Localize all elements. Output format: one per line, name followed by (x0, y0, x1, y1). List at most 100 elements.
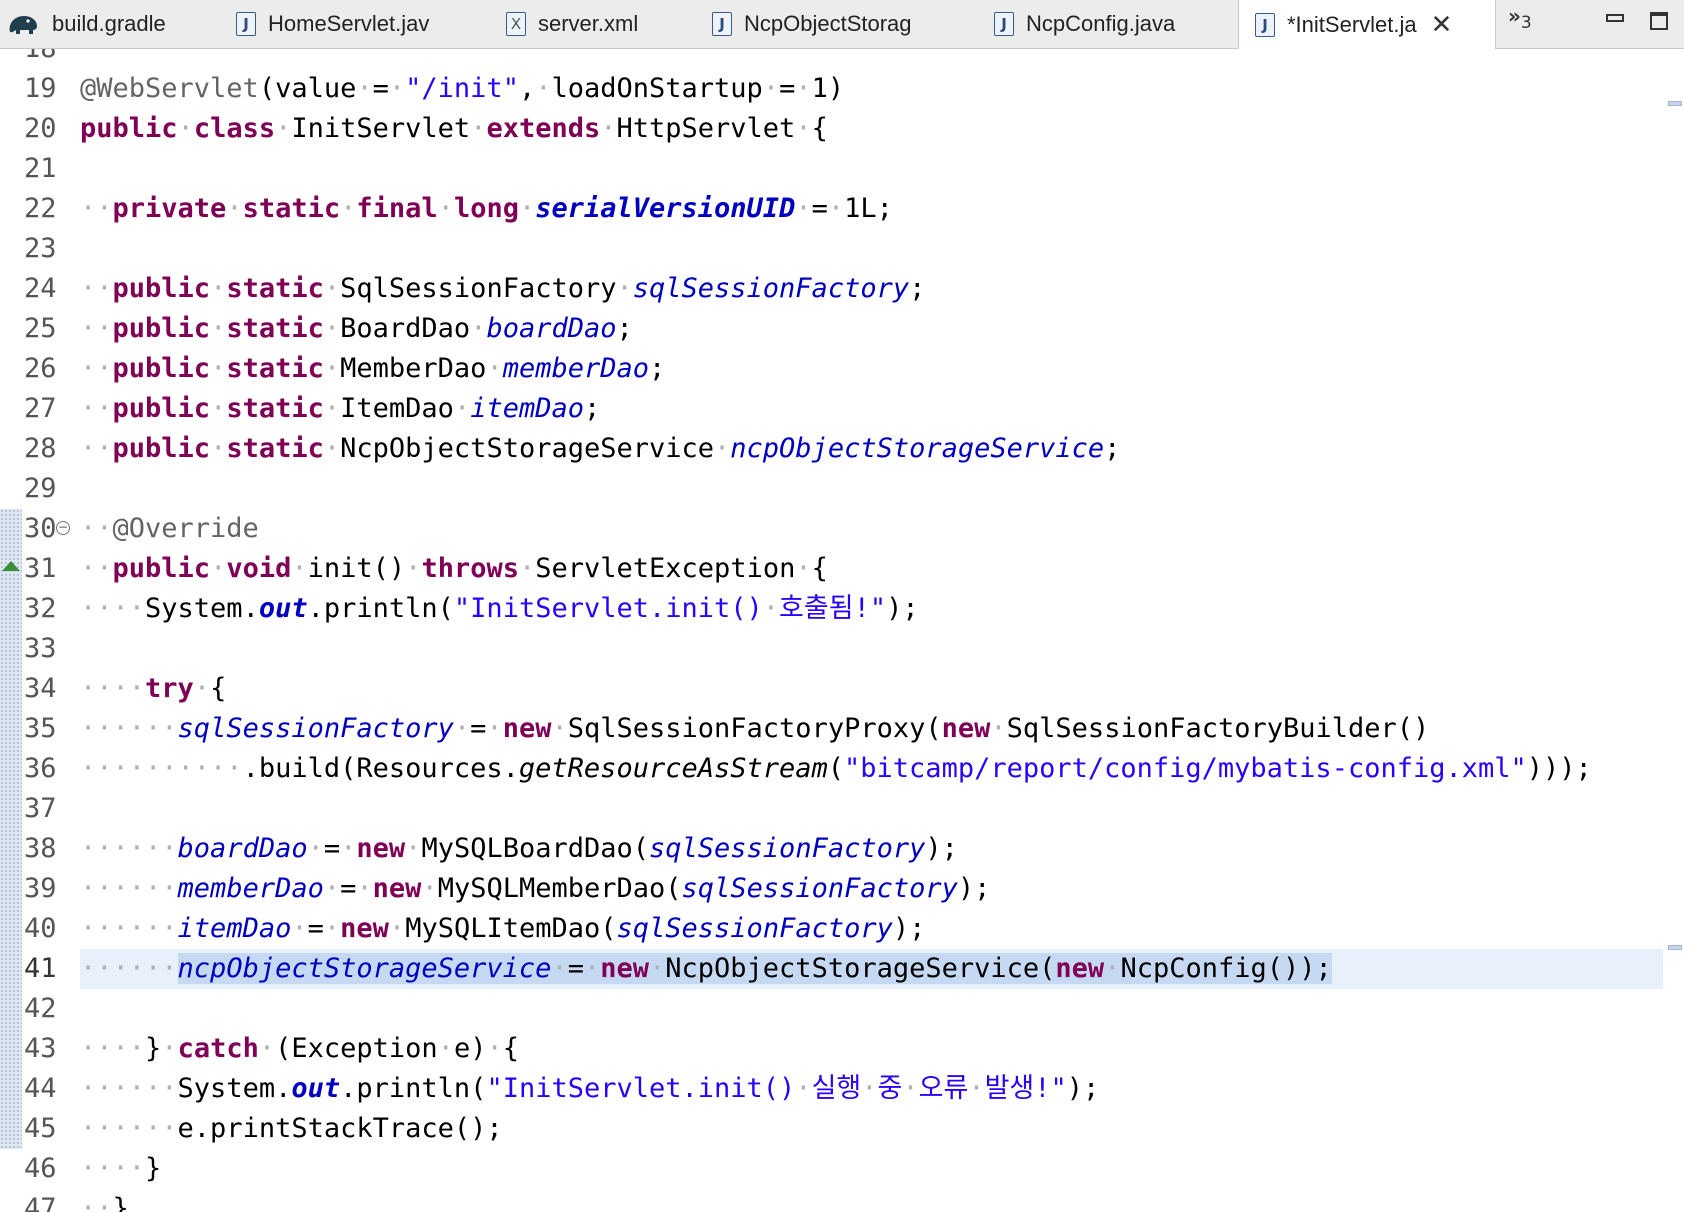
whitespace-marker: · (323, 393, 341, 424)
code-line[interactable]: 24 ··public·static·SqlSessionFactory·sqlS… (0, 269, 1684, 309)
code-text: ··public·static·ItemDao·itemDao; (80, 389, 600, 429)
java-file-icon: J (712, 12, 732, 36)
code-line[interactable]: 23 (0, 229, 1684, 269)
line-number: 34 (24, 673, 57, 704)
code-line[interactable]: 46 ····} (0, 1149, 1684, 1189)
code-line[interactable]: 41 ······ncpObjectStorageService·=·new·Nc… (0, 949, 1684, 989)
code-line[interactable]: 47 ··} (0, 1189, 1684, 1212)
code-line[interactable]: 33 (0, 629, 1684, 669)
tab-server-xml[interactable]: X server.xml (506, 0, 686, 48)
tab-overflow-button[interactable]: »3 (1508, 4, 1532, 33)
minimize-button[interactable] (1606, 14, 1624, 22)
whitespace-marker: · (762, 73, 780, 104)
code-token: ; (616, 313, 633, 344)
code-line[interactable]: 27 ··public·static·ItemDao·itemDao; (0, 389, 1684, 429)
code-token: private (112, 193, 227, 224)
code-line[interactable]: 30− ··@Override (0, 509, 1684, 549)
whitespace-marker: · (470, 313, 487, 344)
code-token: public (112, 393, 211, 424)
code-line[interactable]: 37 (0, 789, 1684, 829)
code-token: public (112, 433, 211, 464)
code-token: static (226, 433, 324, 464)
code-line[interactable]: 40 ······itemDao·=·new·MySQLItemDao(sqlSe… (0, 909, 1684, 949)
whitespace-marker: · (275, 113, 292, 144)
line-number: 33 (24, 633, 57, 664)
tab-initservlet[interactable]: J *InitServlet.ja ✕ (1238, 0, 1496, 49)
code-line[interactable]: 19 @WebServlet(value·=·"/init",·loadOnSta… (0, 69, 1684, 109)
code-text: ··public·static·NcpObjectStorageService·… (80, 429, 1120, 469)
code-token: HttpServlet (616, 113, 796, 144)
override-marker-icon[interactable] (2, 561, 20, 571)
whitespace-marker: · (551, 713, 568, 744)
line-number: 22 (24, 193, 57, 224)
tab-label: HomeServlet.jav (268, 11, 430, 36)
code-line[interactable]: 20 public·class·InitServlet·extends·HttpS… (0, 109, 1684, 149)
code-text: ······itemDao·=·new·MySQLItemDao(sqlSess… (80, 909, 925, 949)
whitespace-marker: · (405, 553, 422, 584)
line-number: 42 (24, 993, 57, 1024)
code-line[interactable]: 43 ····}·catch·(Exception·e)·{ (0, 1029, 1684, 1069)
whitespace-marker: ······ (80, 713, 178, 744)
code-line[interactable]: 44 ······System.out.println("InitServlet.… (0, 1069, 1684, 1109)
code-line[interactable]: 21 (0, 149, 1684, 189)
code-line[interactable]: 36 ··········.build(Resources.getResource… (0, 749, 1684, 789)
whitespace-marker: ···· (80, 1033, 146, 1064)
close-tab-icon[interactable]: ✕ (1431, 10, 1453, 40)
code-token: SqlSessionFactoryBuilder() (1006, 713, 1430, 744)
code-line[interactable]: 29 (0, 469, 1684, 509)
whitespace-marker: · (827, 193, 845, 224)
whitespace-marker: · (388, 913, 406, 944)
code-text: public·class·InitServlet·extends·HttpSer… (80, 109, 828, 149)
code-line[interactable]: 45 ······e.printStackTrace(); (0, 1109, 1684, 1149)
code-token: ServletException (535, 553, 796, 584)
code-token: ( (827, 753, 845, 784)
tab-build-gradle[interactable]: build.gradle (6, 0, 226, 48)
code-line[interactable]: 31 ··public·void·init()·throws·ServletExc… (0, 549, 1684, 589)
whitespace-marker: · (795, 73, 812, 104)
whitespace-marker: · (518, 553, 536, 584)
code-line[interactable]: 34 ····try·{ (0, 669, 1684, 709)
line-number: 20 (24, 113, 57, 144)
whitespace-marker: ·· (80, 273, 113, 304)
code-line[interactable]: 25 ··public·static·BoardDao·boardDao; (0, 309, 1684, 349)
code-line[interactable]: 39 ······memberDao·=·new·MySQLMemberDao(s… (0, 869, 1684, 909)
code-line[interactable]: 18 (0, 49, 1684, 69)
whitespace-marker: · (616, 273, 633, 304)
code-line[interactable]: 32 ····System.out.println("InitServlet.in… (0, 589, 1684, 629)
tab-label: NcpConfig.java (1026, 11, 1176, 36)
code-token: new (372, 873, 422, 904)
whitespace-marker: · (210, 273, 227, 304)
whitespace-marker: · (340, 833, 357, 864)
code-token: try (145, 673, 194, 704)
code-token: public (112, 273, 211, 304)
code-editor[interactable]: 1819@WebServlet(value·=·"/init",·loadOnS… (0, 49, 1684, 1212)
code-token: "/init" (405, 73, 519, 104)
code-token: sqlSessionFactory (681, 873, 958, 904)
code-token: extends (486, 113, 601, 144)
code-line[interactable]: 35 ······sqlSessionFactory·=·new·SqlSessi… (0, 709, 1684, 749)
tab-ncpconfig[interactable]: J NcpConfig.java (994, 0, 1224, 48)
whitespace-marker: · (453, 713, 471, 744)
code-token: public (112, 353, 211, 384)
whitespace-marker: · (583, 953, 601, 984)
whitespace-marker: ·· (80, 1193, 113, 1212)
code-line[interactable]: 26 ··public·static·MemberDao·memberDao; (0, 349, 1684, 389)
overview-ruler-mark[interactable] (1668, 101, 1682, 106)
code-token: itemDao (177, 913, 292, 944)
code-line[interactable]: 22 ··private·static·final·long·serialVers… (0, 189, 1684, 229)
code-line[interactable]: 28 ··public·static·NcpObjectStorageServic… (0, 429, 1684, 469)
code-line[interactable]: 42 (0, 989, 1684, 1029)
overview-ruler-mark[interactable] (1668, 945, 1682, 950)
line-number: 38 (24, 833, 57, 864)
code-token: ; (909, 273, 926, 304)
code-token: ncpObjectStorageService (730, 433, 1105, 464)
tab-homeservlet[interactable]: J HomeServlet.jav (236, 0, 486, 48)
whitespace-marker: · (323, 313, 341, 344)
maximize-button[interactable] (1650, 12, 1668, 30)
code-token: e) (453, 1033, 487, 1064)
line-number: 30 (24, 513, 57, 544)
fold-collapse-icon[interactable]: − (56, 521, 70, 535)
tab-ncpobjectstorage[interactable]: J NcpObjectStorag (712, 0, 962, 48)
code-line[interactable]: 38 ······boardDao·=·new·MySQLBoardDao(sql… (0, 829, 1684, 869)
code-token: 호출됨!" (779, 593, 887, 624)
